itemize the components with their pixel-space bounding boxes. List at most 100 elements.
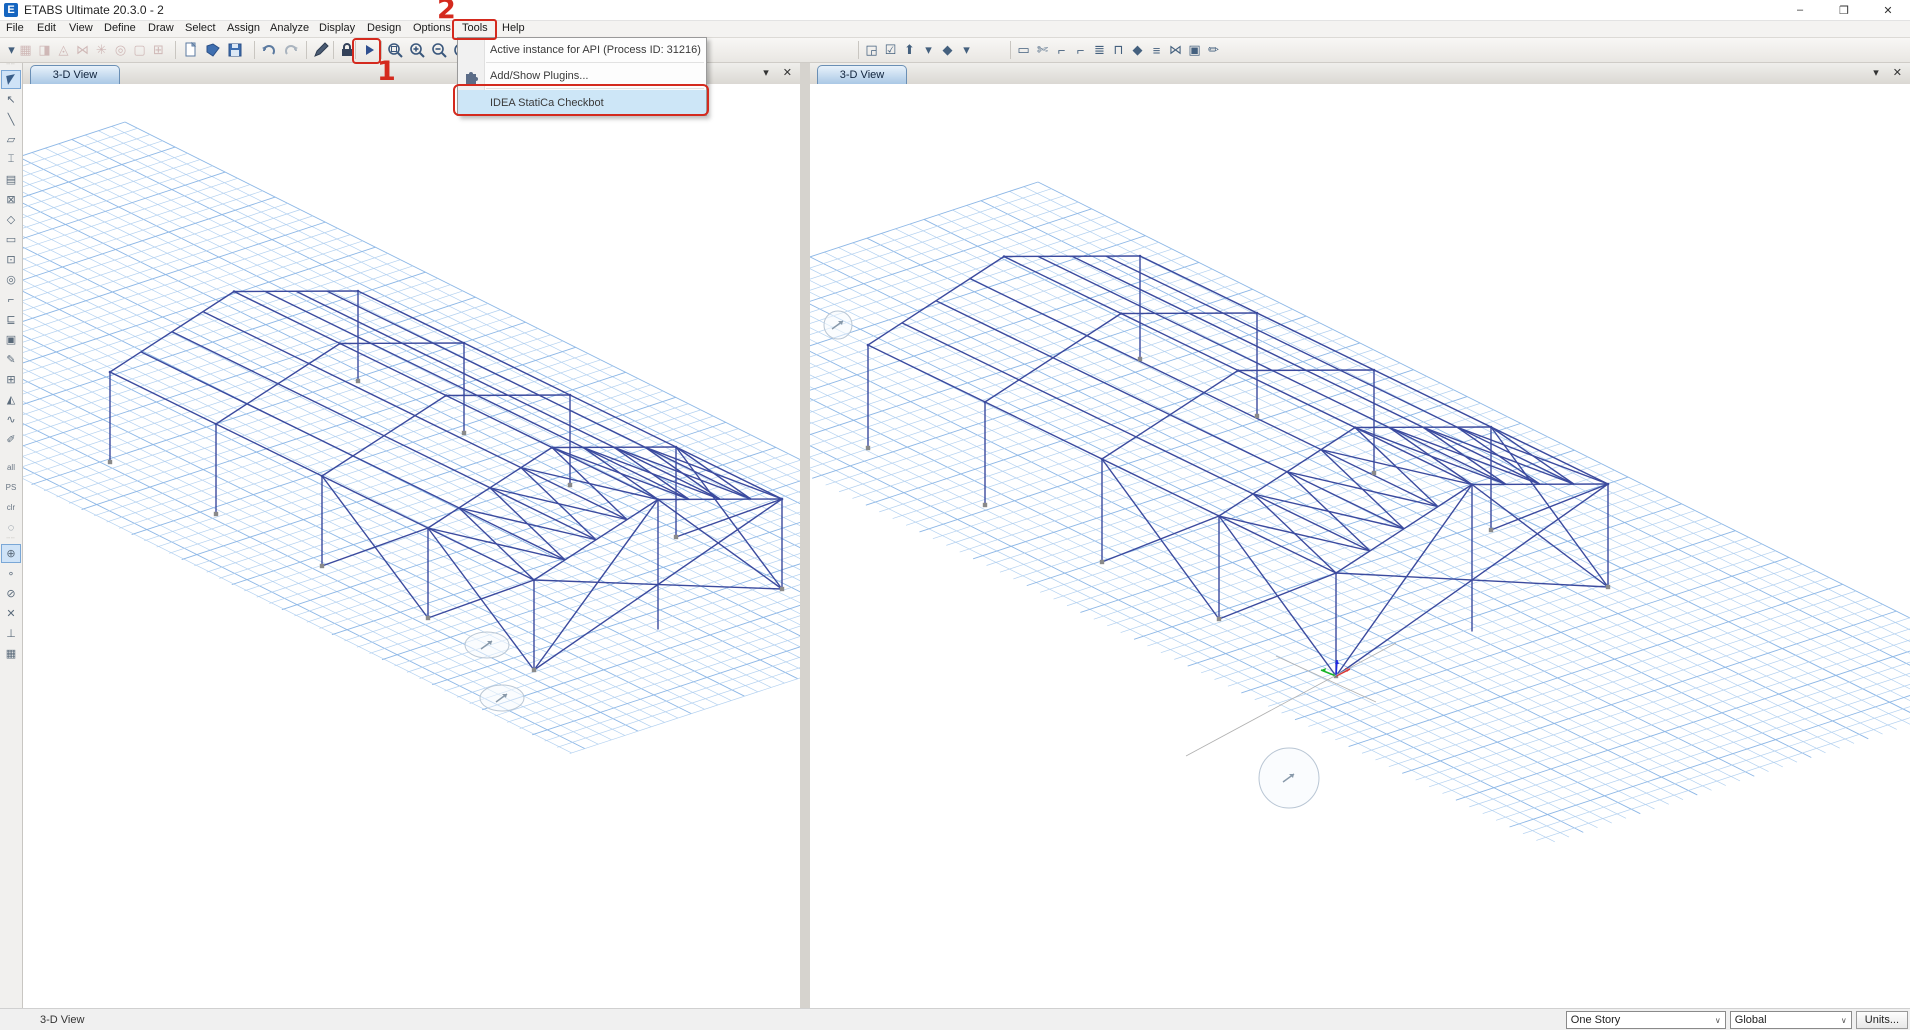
extrude-icon[interactable]: ▢ — [130, 42, 149, 58]
edit-grid-icon[interactable]: ▦ — [16, 42, 35, 58]
draw-rect-area-tool[interactable]: ▭ — [1, 230, 21, 249]
quick-draw-beam-tool[interactable]: ▤ — [1, 170, 21, 189]
menu-item-active-instance[interactable]: Active instance for API (Process ID: 312… — [458, 38, 706, 61]
divide-icon[interactable]: ⊞ — [149, 42, 168, 58]
flag-a-icon[interactable]: ⌐ — [1052, 43, 1071, 58]
menu-design[interactable]: Design — [367, 22, 401, 34]
cursor-arrow-icon — [6, 74, 17, 85]
menu-item-idea-statica-checkbot[interactable]: IDEA StatiCa Checkbot — [458, 90, 706, 115]
toolbar-grip[interactable]: ┄┄ — [0, 537, 22, 543]
quick-draw-wall-tool[interactable]: ⊑ — [1, 310, 21, 329]
redo-icon[interactable] — [280, 39, 302, 61]
collapse-panel-icon[interactable]: ▾ — [1873, 66, 1879, 79]
bridge-icon[interactable]: ⋈ — [1166, 42, 1185, 58]
reshape-tool[interactable]: ↖ — [1, 90, 21, 109]
right-3d-viewport[interactable] — [810, 84, 1910, 1008]
draw-door-tool[interactable]: ✎ — [1, 350, 21, 369]
menu-assign[interactable]: Assign — [227, 22, 260, 34]
lasso-select-tool[interactable]: ◌ — [1, 518, 21, 537]
joint-assign-icon[interactable]: ◆ — [1128, 42, 1147, 58]
draw-window-tool[interactable]: ▣ — [1, 330, 21, 349]
coordinate-system-selector[interactable]: Global∨ — [1730, 1011, 1852, 1029]
selected-panel-icon[interactable]: ▣ — [1185, 42, 1204, 58]
chevron-down-icon: ∨ — [1715, 1016, 1721, 1025]
snap-to-perpendicular-tool[interactable]: ⊥ — [1, 624, 21, 643]
merge-joints-icon[interactable]: ⋈ — [73, 42, 92, 58]
right-tab-strip: 3-D View ▾ ✕ — [810, 63, 1910, 85]
open-file-icon[interactable] — [202, 39, 224, 61]
quick-draw-brace-tool[interactable]: ⊠ — [1, 190, 21, 209]
toolbar-separator — [306, 41, 307, 59]
panel-splitter[interactable] — [800, 63, 810, 1008]
menu-item-add-show-plugins[interactable]: Add/Show Plugins... — [458, 64, 706, 87]
align-icon[interactable]: ✳ — [92, 42, 111, 58]
snap-to-ends-tool[interactable]: ⊘ — [1, 584, 21, 603]
edit-frame-icon[interactable]: ◬ — [54, 42, 73, 58]
select-previous-tool[interactable]: PS — [1, 478, 21, 497]
close-button[interactable]: ✕ — [1866, 0, 1910, 20]
menu-analyze[interactable]: Analyze — [270, 22, 309, 34]
rubber-band-icon[interactable]: ▭ — [1014, 42, 1033, 58]
draw-pencil-tool[interactable]: ✐ — [1, 430, 21, 449]
story-selector[interactable]: One Story∨ — [1566, 1011, 1726, 1029]
uniform-load-icon[interactable]: ≡ — [1147, 43, 1166, 58]
pen-icon[interactable] — [310, 39, 332, 61]
draw-joint-tool[interactable]: ╲ — [1, 110, 21, 129]
replicate-icon[interactable]: ◎ — [111, 42, 130, 58]
menu-file[interactable]: File — [6, 22, 24, 34]
minimize-button[interactable]: – — [1778, 0, 1822, 20]
toolbar-grip[interactable]: ┄┄ — [0, 63, 22, 69]
draw-wall-icon[interactable]: ✏ — [1204, 42, 1223, 58]
object-view-icon[interactable]: ◆ — [938, 42, 957, 58]
status-bar: 3-D View One Story∨ Global∨ Units... — [0, 1008, 1910, 1030]
check-model-icon[interactable]: ☑ — [881, 42, 900, 58]
draw-circle-tool[interactable]: ◎ — [1, 270, 21, 289]
set-display-options-icon[interactable]: ◲ — [862, 42, 881, 58]
snap-to-grid-tool[interactable]: ▦ — [1, 644, 21, 663]
units-button[interactable]: Units... — [1856, 1011, 1908, 1029]
select-pointer-tool[interactable] — [1, 70, 21, 89]
menu-tools[interactable]: Tools — [462, 22, 488, 34]
snap-to-intersections-tool[interactable]: ✕ — [1, 604, 21, 623]
menu-select[interactable]: Select — [185, 22, 216, 34]
tab-3d-view-right[interactable]: 3-D View — [817, 65, 907, 84]
select-all-tool[interactable]: all — [1, 458, 21, 477]
chevron-down-icon: ∨ — [1841, 1016, 1847, 1025]
close-panel-icon[interactable]: ✕ — [1893, 66, 1902, 79]
draw-wall-tool[interactable]: ⌐ — [1, 290, 21, 309]
collapse-panel-icon[interactable]: ▾ — [763, 66, 769, 79]
draw-frame-tool[interactable]: ▱ — [1, 130, 21, 149]
frame-section-icon[interactable]: ⊓ — [1109, 42, 1128, 58]
dropdown-arrow[interactable]: ▾ — [919, 42, 938, 58]
clear-selection-tool[interactable]: clr — [1, 498, 21, 517]
flag-b-icon[interactable]: ⌐ — [1071, 43, 1090, 58]
snap-to-joints-tool[interactable]: ⊕ — [1, 544, 21, 563]
undo-icon[interactable] — [258, 39, 280, 61]
menu-view[interactable]: View — [69, 22, 93, 34]
zoom-in-icon[interactable] — [406, 39, 428, 61]
draw-dimension-tool[interactable]: ◭ — [1, 390, 21, 409]
left-3d-viewport[interactable] — [23, 84, 800, 1008]
quick-draw-area-tool[interactable]: ⊡ — [1, 250, 21, 269]
zoom-out-icon[interactable] — [428, 39, 450, 61]
draw-poly-area-tool[interactable]: ◇ — [1, 210, 21, 229]
menu-define[interactable]: Define — [104, 22, 136, 34]
draw-grid-tool[interactable]: ⊞ — [1, 370, 21, 389]
object-shrink-icon[interactable]: ⬆ — [900, 42, 919, 58]
menu-display[interactable]: Display — [319, 22, 355, 34]
save-model-icon[interactable] — [224, 39, 246, 61]
tab-3d-view-left[interactable]: 3-D View — [30, 65, 120, 84]
story-elevation-icon[interactable]: ≣ — [1090, 42, 1109, 58]
menu-edit[interactable]: Edit — [37, 22, 56, 34]
snap-to-midpoints-tool[interactable]: ∘ — [1, 564, 21, 583]
quick-draw-column-tool[interactable]: ⌶ — [1, 150, 21, 169]
maximize-button[interactable]: ❐ — [1822, 0, 1866, 20]
menu-help[interactable]: Help — [502, 22, 525, 34]
close-panel-icon[interactable]: ✕ — [783, 66, 792, 79]
draw-spline-tool[interactable]: ∿ — [1, 410, 21, 429]
dropdown-arrow[interactable]: ▾ — [957, 42, 976, 58]
snip-icon[interactable]: ✄ — [1033, 42, 1052, 58]
edit-story-icon[interactable]: ◨ — [35, 42, 54, 58]
new-model-icon[interactable] — [180, 39, 202, 61]
menu-draw[interactable]: Draw — [148, 22, 174, 34]
